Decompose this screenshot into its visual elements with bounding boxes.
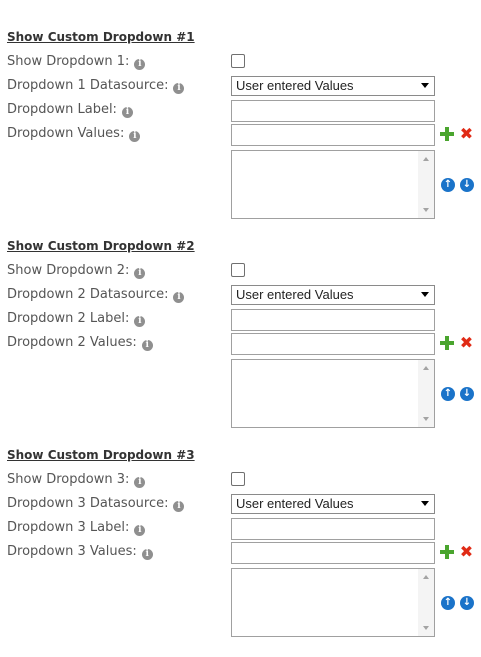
datasource-label: Dropdown 3 Datasource: i — [7, 494, 185, 514]
dropdown-label-label: Dropdown 3 Label: i — [7, 518, 146, 538]
chevron-down-icon — [421, 501, 429, 506]
dropdown-label-input[interactable] — [231, 100, 435, 122]
show-dropdown-checkbox[interactable] — [231, 472, 245, 486]
show-dropdown-row: Show Dropdown 1: i — [0, 52, 481, 76]
arrow-up-circle-icon[interactable]: ↑ — [441, 596, 455, 610]
scrollbar[interactable] — [418, 360, 434, 427]
dropdown-values-label: Dropdown 2 Values: i — [7, 333, 153, 353]
info-icon[interactable]: i — [173, 292, 185, 303]
datasource-selected-value: User entered Values — [236, 78, 354, 93]
plus-icon[interactable] — [440, 336, 454, 350]
dropdown-values-list[interactable] — [231, 150, 435, 219]
dropdown-label-label: Dropdown Label: i — [7, 100, 133, 120]
arrow-up-circle-icon[interactable]: ↑ — [441, 387, 455, 401]
section-title: Show Custom Dropdown #3 — [7, 448, 195, 462]
dropdown-label-input[interactable] — [231, 309, 435, 331]
scroll-down-icon[interactable] — [423, 626, 429, 630]
chevron-down-icon — [421, 83, 429, 88]
datasource-row: Dropdown 3 Datasource: i User entered Val… — [0, 494, 481, 518]
info-icon[interactable]: i — [134, 268, 146, 279]
dropdown-label-row: Dropdown 2 Label: i — [0, 309, 481, 333]
scroll-up-icon[interactable] — [423, 157, 429, 161]
dropdown-values-list[interactable] — [231, 568, 435, 637]
datasource-selected-value: User entered Values — [236, 496, 354, 511]
show-dropdown-checkbox[interactable] — [231, 54, 245, 68]
datasource-label: Dropdown 1 Datasource: i — [7, 76, 185, 96]
datasource-selected-value: User entered Values — [236, 287, 354, 302]
x-icon[interactable]: ✖ — [459, 544, 474, 560]
custom-dropdown-section-1: Show Custom Dropdown #1 Show Dropdown 1:… — [0, 30, 481, 239]
custom-dropdown-section-2: Show Custom Dropdown #2 Show Dropdown 2:… — [0, 239, 481, 448]
datasource-row: Dropdown 1 Datasource: i User entered Val… — [0, 76, 481, 100]
show-dropdown-row: Show Dropdown 3: i — [0, 470, 481, 494]
info-icon[interactable]: i — [134, 525, 146, 536]
custom-dropdown-section-3: Show Custom Dropdown #3 Show Dropdown 3:… — [0, 448, 481, 657]
dropdown-label-row: Dropdown Label: i — [0, 100, 481, 124]
datasource-select[interactable]: User entered Values — [231, 76, 435, 96]
scroll-up-icon[interactable] — [423, 575, 429, 579]
info-icon[interactable]: i — [129, 131, 141, 142]
info-icon[interactable]: i — [134, 316, 146, 327]
info-icon[interactable]: i — [141, 549, 153, 560]
dropdown-values-list[interactable] — [231, 359, 435, 428]
chevron-down-icon — [421, 292, 429, 297]
scroll-down-icon[interactable] — [423, 417, 429, 421]
dropdown-value-input[interactable] — [231, 124, 435, 146]
info-icon[interactable]: i — [173, 501, 185, 512]
dropdown-value-input[interactable] — [231, 542, 435, 564]
scrollbar[interactable] — [418, 569, 434, 636]
show-dropdown-row: Show Dropdown 2: i — [0, 261, 481, 285]
plus-icon[interactable] — [440, 127, 454, 141]
info-icon[interactable]: i — [134, 59, 146, 70]
info-icon[interactable]: i — [121, 107, 133, 118]
show-dropdown-checkbox[interactable] — [231, 263, 245, 277]
arrow-down-circle-icon[interactable]: ↓ — [460, 178, 474, 192]
scroll-up-icon[interactable] — [423, 366, 429, 370]
info-icon[interactable]: i — [134, 477, 146, 488]
datasource-select[interactable]: User entered Values — [231, 285, 435, 305]
dropdown-label-row: Dropdown 3 Label: i — [0, 518, 481, 542]
dropdown-label-input[interactable] — [231, 518, 435, 540]
dropdown-values-label: Dropdown Values: i — [7, 124, 141, 144]
plus-icon[interactable] — [440, 545, 454, 559]
show-dropdown-label: Show Dropdown 3: i — [7, 470, 146, 490]
info-icon[interactable]: i — [173, 83, 185, 94]
show-dropdown-label: Show Dropdown 1: i — [7, 52, 146, 72]
datasource-label: Dropdown 2 Datasource: i — [7, 285, 185, 305]
arrow-down-circle-icon[interactable]: ↓ — [460, 596, 474, 610]
section-title: Show Custom Dropdown #2 — [7, 239, 195, 253]
arrow-down-circle-icon[interactable]: ↓ — [460, 387, 474, 401]
scroll-down-icon[interactable] — [423, 208, 429, 212]
dropdown-values-label: Dropdown 3 Values: i — [7, 542, 153, 562]
datasource-row: Dropdown 2 Datasource: i User entered Val… — [0, 285, 481, 309]
x-icon[interactable]: ✖ — [459, 335, 474, 351]
info-icon[interactable]: i — [141, 340, 153, 351]
dropdown-values-row: Dropdown Values: i ✖ — [0, 124, 481, 148]
dropdown-value-input[interactable] — [231, 333, 435, 355]
x-icon[interactable]: ✖ — [459, 126, 474, 142]
scrollbar[interactable] — [418, 151, 434, 218]
dropdown-label-label: Dropdown 2 Label: i — [7, 309, 146, 329]
show-dropdown-label: Show Dropdown 2: i — [7, 261, 146, 281]
dropdown-values-row: Dropdown 3 Values: i ✖ — [0, 542, 481, 566]
arrow-up-circle-icon[interactable]: ↑ — [441, 178, 455, 192]
dropdown-values-row: Dropdown 2 Values: i ✖ — [0, 333, 481, 357]
datasource-select[interactable]: User entered Values — [231, 494, 435, 514]
section-title: Show Custom Dropdown #1 — [7, 30, 195, 44]
